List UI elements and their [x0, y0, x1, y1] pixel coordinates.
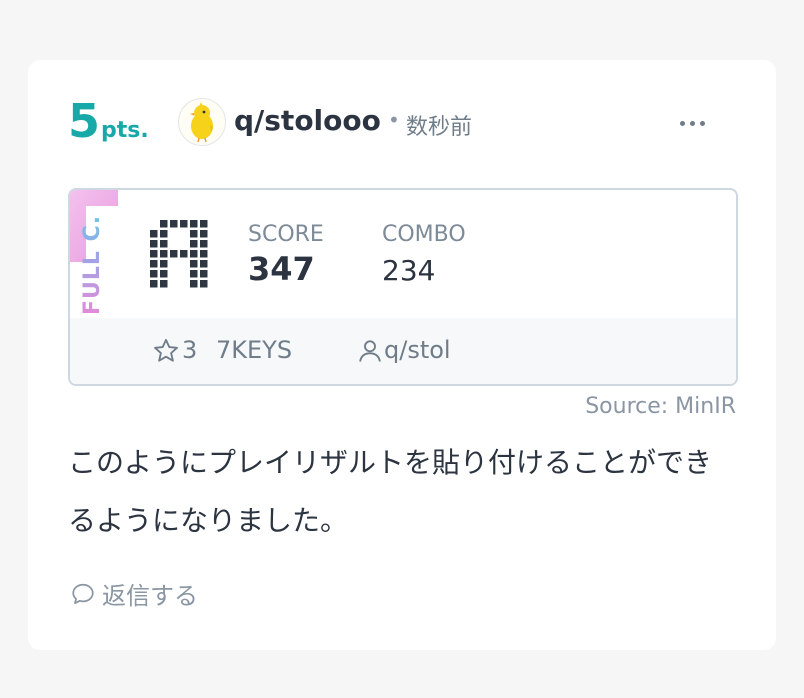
combo-label: COMBO — [382, 222, 466, 247]
source-label: Source: MinIR — [585, 394, 736, 419]
score-value: 347 — [248, 250, 315, 288]
more-dot — [689, 120, 695, 126]
reply-label: 返信する — [102, 582, 198, 610]
post-body: このようにプレイリザルトを貼り付けることができるようになりました。 — [68, 446, 713, 537]
rank-pixel — [160, 230, 168, 238]
score-label: SCORE — [248, 222, 324, 247]
post-card: 5pts. q/stolooo • 数秒前 FULL C. SCORE 347 … — [28, 60, 776, 650]
more-dot — [699, 120, 705, 126]
rank-pixel — [190, 230, 198, 238]
rank-pixel — [190, 260, 198, 268]
rank-pixel — [190, 280, 198, 288]
rank-pixel — [200, 280, 208, 288]
rank-pixel — [200, 250, 208, 258]
rank-pixel — [150, 240, 158, 248]
separator-dot: • — [388, 108, 400, 132]
reply-button[interactable]: 返信する — [70, 576, 198, 611]
more-options-button[interactable] — [668, 110, 716, 136]
rank-pixel — [160, 270, 168, 278]
points-unit: pts. — [101, 118, 149, 143]
combo-value: 234 — [382, 254, 436, 287]
star-icon — [154, 338, 178, 362]
rank-pixel — [170, 250, 178, 258]
rank-pixel — [160, 280, 168, 288]
rank-pixel — [200, 220, 208, 228]
chick-icon — [190, 102, 213, 143]
username-link[interactable]: q/stolooo — [234, 104, 381, 137]
level-value: 3 — [182, 336, 198, 364]
rank-pixel — [180, 220, 188, 228]
rank-pixel — [180, 250, 188, 258]
rank-pixel — [190, 220, 198, 228]
more-dot — [679, 120, 685, 126]
rank-glyph-a — [150, 220, 208, 288]
rank-pixel — [200, 260, 208, 268]
rank-pixel — [200, 240, 208, 248]
rank-pixel — [190, 240, 198, 248]
rank-pixel — [160, 260, 168, 268]
points-value: 5 — [68, 94, 101, 148]
lamp-label: FULL C. — [80, 214, 105, 315]
comment-icon — [72, 583, 94, 604]
rank-pixel — [160, 240, 168, 248]
points-badge: 5pts. — [68, 98, 149, 144]
rank-pixel — [150, 230, 158, 238]
rank-pixel — [200, 230, 208, 238]
rank-pixel — [200, 270, 208, 278]
rank-pixel — [150, 280, 158, 288]
player-name: q/stol — [384, 336, 451, 364]
rank-pixel — [160, 250, 168, 258]
rank-pixel — [190, 270, 198, 278]
timestamp: 数秒前 — [406, 115, 473, 140]
play-result-panel[interactable]: FULL C. A SCORE 347 COMBO 234 3 7KEYS q/… — [68, 188, 738, 386]
rank-pixel — [160, 220, 168, 228]
rank-pixel — [190, 250, 198, 258]
rank-pixel — [150, 250, 158, 258]
keys-mode: 7KEYS — [216, 336, 293, 364]
rank-pixel — [150, 260, 158, 268]
user-icon — [359, 340, 381, 362]
rank-pixel — [150, 270, 158, 278]
avatar[interactable] — [178, 98, 226, 146]
rank-pixel — [170, 220, 178, 228]
